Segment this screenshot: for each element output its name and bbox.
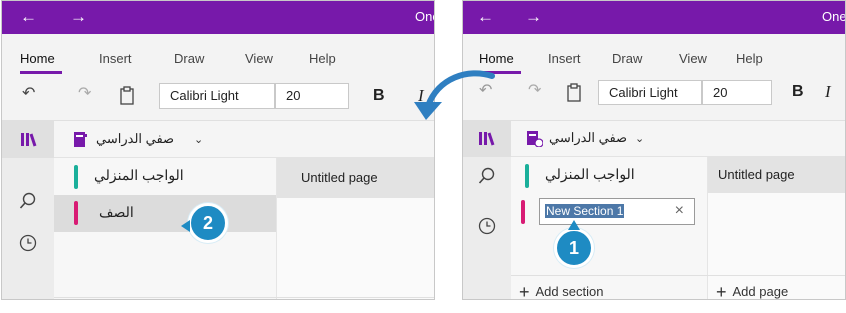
- sections-pane: الواجب المنزلي الصف: [54, 158, 276, 299]
- tab-insert[interactable]: Insert: [99, 51, 132, 66]
- step-1-badge: 1: [554, 228, 594, 268]
- selected-text: New Section 1: [545, 204, 625, 218]
- clear-input-icon[interactable]: ×: [675, 202, 684, 220]
- tab-home[interactable]: Home: [20, 51, 55, 66]
- section-color-tab: [521, 200, 525, 224]
- notebook-bar[interactable]: صفي الدراسي ⌄: [54, 121, 434, 158]
- page-item[interactable]: Untitled page: [277, 158, 434, 198]
- tab-draw[interactable]: Draw: [174, 51, 204, 66]
- transition-arrow-icon: [414, 70, 495, 120]
- undo-icon[interactable]: ↶: [22, 85, 35, 103]
- tab-insert[interactable]: Insert: [548, 51, 581, 66]
- tab-help[interactable]: Help: [736, 51, 763, 66]
- section-color-tab: [525, 164, 529, 188]
- font-name-box[interactable]: Calibri Light: [598, 80, 702, 105]
- ribbon: Home Insert Draw View Help ↶ ↷ Calibri L…: [463, 34, 845, 121]
- page-item[interactable]: Untitled page: [708, 157, 845, 193]
- section-item-new[interactable]: New Section 1 ×: [511, 194, 707, 231]
- italic-button[interactable]: I: [825, 82, 831, 102]
- add-page-button[interactable]: + Add page: [716, 282, 789, 300]
- clipboard-icon[interactable]: [566, 82, 582, 102]
- active-tab-underline: [20, 71, 62, 74]
- font-size-box[interactable]: 20: [275, 83, 349, 109]
- app-title: One: [415, 9, 434, 24]
- notebook-bar[interactable]: صفي الدراسي ⌄: [511, 121, 845, 157]
- notebook-sync-icon: [527, 131, 543, 147]
- bottom-divider: [54, 297, 434, 298]
- search-icon[interactable]: [478, 167, 496, 185]
- tab-draw[interactable]: Draw: [612, 51, 642, 66]
- nav-rail: [463, 121, 511, 299]
- step-2-badge: 2: [188, 203, 228, 243]
- chevron-down-icon[interactable]: ⌄: [635, 132, 644, 145]
- right-window: ← → One Home Insert Draw View Help ↶ ↷ C…: [462, 0, 846, 300]
- notebook-name: صفي الدراسي: [96, 131, 175, 146]
- notebooks-icon[interactable]: [478, 131, 495, 146]
- notebook-icon: [74, 132, 87, 147]
- tab-view[interactable]: View: [679, 51, 707, 66]
- section-name-input[interactable]: New Section 1 ×: [539, 198, 695, 225]
- tab-home[interactable]: Home: [479, 51, 514, 66]
- add-page-label: Add page: [732, 284, 789, 299]
- nav-rail: [2, 121, 54, 299]
- recent-clock-icon[interactable]: [478, 217, 496, 235]
- badge-pointer: [181, 220, 190, 232]
- back-button[interactable]: ←: [477, 7, 494, 27]
- bottom-divider: [511, 275, 845, 276]
- section-color-tab: [74, 201, 78, 225]
- section-item[interactable]: الواجب المنزلي: [511, 157, 707, 194]
- search-icon[interactable]: [19, 192, 37, 210]
- section-item-selected[interactable]: الصف: [54, 195, 276, 232]
- ribbon: Home Insert Draw View Help ↶ ↷ Calibri L…: [2, 34, 434, 121]
- title-bar: ← → One: [2, 1, 434, 34]
- forward-button[interactable]: →: [525, 7, 542, 27]
- plus-icon: +: [519, 282, 530, 300]
- plus-icon: +: [716, 282, 727, 300]
- forward-button[interactable]: →: [70, 7, 87, 27]
- section-name: الواجب المنزلي: [545, 166, 635, 182]
- font-name-box[interactable]: Calibri Light: [159, 83, 275, 109]
- back-button[interactable]: ←: [20, 7, 37, 27]
- section-color-tab: [74, 165, 78, 189]
- badge-pointer: [568, 220, 580, 230]
- add-section-label: Add section: [535, 284, 604, 299]
- pages-pane: Untitled page + Add page: [707, 157, 845, 300]
- chevron-down-icon[interactable]: ⌄: [194, 133, 203, 146]
- clipboard-icon[interactable]: [119, 85, 135, 105]
- font-size-box[interactable]: 20: [702, 80, 772, 105]
- app-title: One: [822, 9, 846, 24]
- tab-view[interactable]: View: [245, 51, 273, 66]
- left-window: ← → One Home Insert Draw View Help ↶ ↷ C…: [1, 0, 435, 300]
- notebooks-icon[interactable]: [20, 132, 37, 147]
- section-item[interactable]: الواجب المنزلي: [54, 158, 276, 195]
- tab-help[interactable]: Help: [309, 51, 336, 66]
- section-name: الصف: [99, 204, 134, 220]
- notebook-name: صفي الدراسي: [549, 130, 628, 145]
- section-name: الواجب المنزلي: [94, 167, 184, 183]
- bold-button[interactable]: B: [373, 87, 385, 105]
- sections-pane: الواجب المنزلي New Section 1 × + Add sect…: [511, 157, 707, 300]
- recent-clock-icon[interactable]: [19, 234, 37, 252]
- redo-icon[interactable]: ↷: [528, 82, 541, 100]
- add-section-button[interactable]: + Add section: [519, 282, 604, 300]
- redo-icon[interactable]: ↷: [78, 85, 91, 103]
- bold-button[interactable]: B: [792, 83, 804, 101]
- pages-pane: Untitled page: [276, 158, 434, 299]
- title-bar: ← → One: [463, 1, 845, 34]
